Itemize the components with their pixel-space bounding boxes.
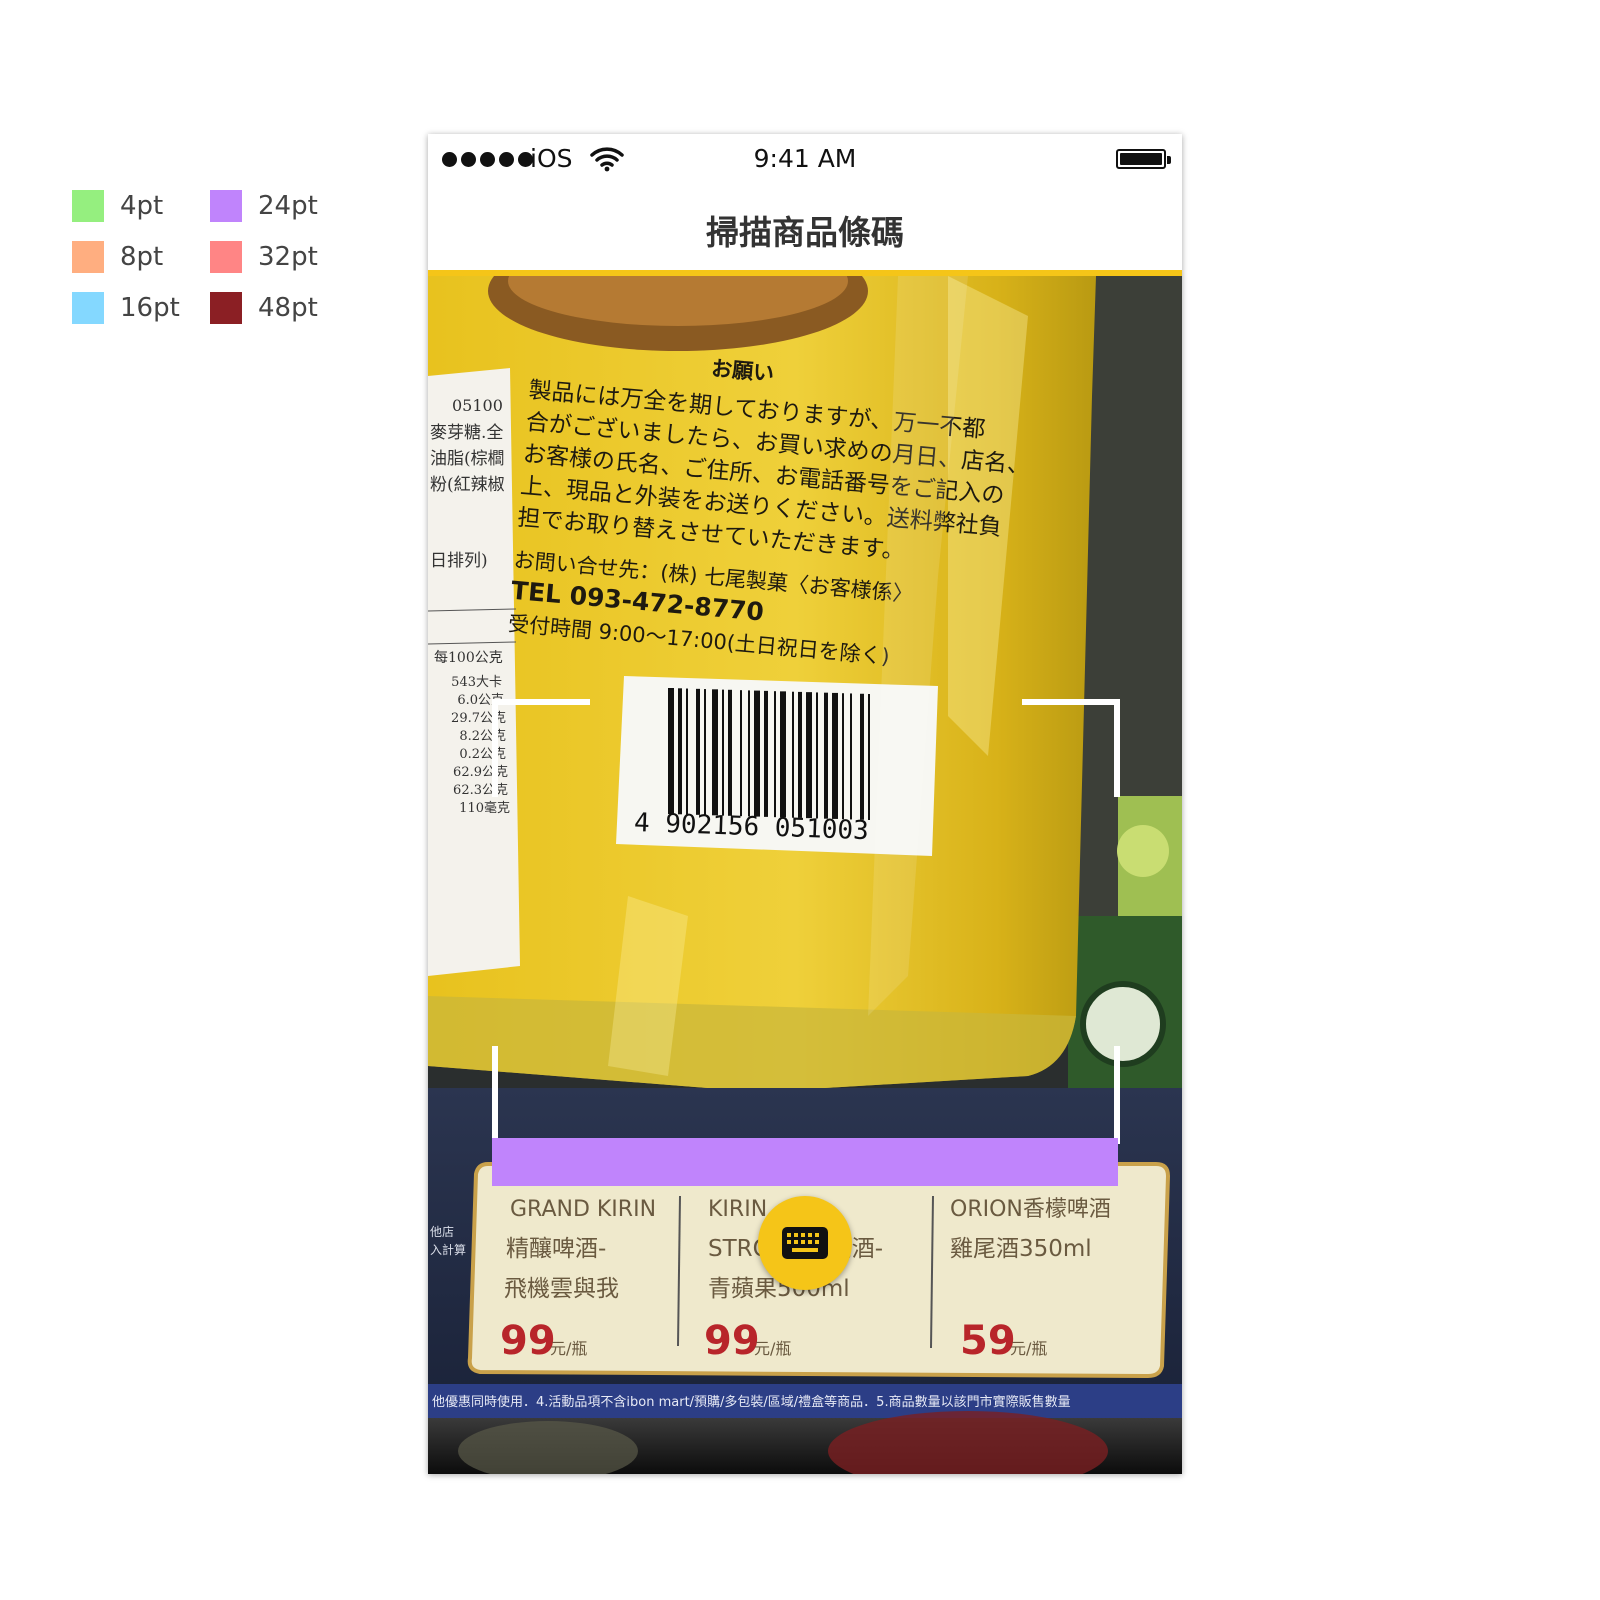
keyboard-icon — [782, 1227, 828, 1259]
barcode-bar — [780, 691, 786, 818]
barcode-bar — [798, 691, 802, 818]
barcode-bar — [748, 690, 750, 817]
price-tag-name: KIRIN — [708, 1197, 767, 1222]
price-tag-unit: 元/瓶 — [550, 1339, 587, 1358]
barcode-bar — [868, 694, 870, 820]
legend-item-24pt: 24pt — [210, 190, 318, 222]
barcode-bar — [740, 690, 742, 817]
scan-frame-corner-bottom-right — [1022, 1046, 1120, 1144]
barcode-bar — [668, 688, 674, 814]
legend-label: 24pt — [258, 191, 318, 221]
barcode-bar — [754, 690, 760, 817]
legend-label: 32pt — [258, 242, 318, 272]
battery-icon — [1116, 149, 1166, 169]
nutrition-ingredient: 麥芽糖.全 — [430, 423, 503, 443]
nutrition-ingredient: 粉(紅辣椒 — [430, 475, 505, 495]
camera-scene: 05100 麥芽糖.全 油脂(棕櫚 粉(紅辣椒 日排列) 每100公克 543大… — [428, 276, 1182, 1474]
camera-preview[interactable]: 05100 麥芽糖.全 油脂(棕櫚 粉(紅辣椒 日排列) 每100公克 543大… — [428, 276, 1182, 1474]
nutrition-note: 日排列) — [430, 551, 488, 571]
barcode-bar — [792, 691, 794, 818]
phone-screen: iOS 9:41 AM 掃描商品條碼 05100 麥芽糖.全 油脂(棕櫚 粉(紅… — [428, 134, 1182, 1474]
price-tag-name: ORION香檬啤酒 — [950, 1197, 1111, 1222]
barcode-bar — [704, 689, 706, 816]
legend-swatch — [210, 190, 242, 222]
barcode-bar — [678, 688, 682, 815]
legend-item-16pt: 16pt — [72, 292, 180, 324]
page-title: 掃描商品條碼 — [706, 213, 904, 252]
barcode-bar — [722, 689, 724, 816]
scan-frame-corner-top-right — [1022, 699, 1120, 797]
legend-swatch — [210, 292, 242, 324]
barcode-bar — [774, 691, 776, 818]
legend-label: 4pt — [120, 191, 164, 221]
scan-frame-corner-bottom-left — [492, 1046, 590, 1144]
navigation-bar: 掃描商品條碼 — [428, 184, 1182, 276]
price-tag-unit: 元/瓶 — [1010, 1339, 1047, 1358]
barcode-bar — [686, 688, 688, 815]
barcode-bar — [764, 690, 768, 817]
spacing-overlay-24pt — [492, 1138, 1118, 1186]
status-bar: iOS 9:41 AM — [428, 134, 1182, 184]
barcode-bar — [728, 689, 732, 816]
price-tag-name: 飛機雲與我 — [504, 1276, 619, 1302]
legend-label: 16pt — [120, 293, 180, 323]
scan-frame-corner-top-left — [492, 699, 590, 797]
barcode-bar — [696, 688, 700, 815]
shelf-side-text: 他店 — [430, 1225, 454, 1239]
price-tag-price: 59 — [960, 1318, 1016, 1364]
nutrition-ingredient: 油脂(棕櫚 — [430, 449, 505, 469]
price-tag-name: 雞尾酒350ml — [950, 1236, 1092, 1262]
price-tag-price: 99 — [704, 1318, 760, 1364]
legend-label: 48pt — [258, 293, 318, 323]
battery-tip — [1167, 156, 1171, 164]
manual-entry-button[interactable] — [758, 1196, 852, 1290]
shelf-strip-text: 他優惠同時使用．4.活動品項不含ibon mart/預購/多包裝/區域/禮盒等商… — [432, 1394, 1071, 1410]
barcode-bar — [824, 692, 828, 819]
nutrition-value: 543大卡 — [451, 675, 502, 690]
nutrition-per: 每100公克 — [434, 650, 503, 666]
nutrition-code: 05100 — [452, 396, 503, 415]
legend-swatch — [72, 241, 104, 273]
barcode-bar — [860, 693, 864, 820]
legend-swatch — [72, 190, 104, 222]
legend-swatch — [72, 292, 104, 324]
legend-item-32pt: 32pt — [210, 241, 318, 273]
price-tag-name: GRAND KIRIN — [510, 1197, 656, 1222]
barcode-bar — [806, 692, 812, 819]
spacing-legend: 4pt 8pt 16pt 24pt 32pt 48pt — [72, 190, 372, 330]
legend-item-4pt: 4pt — [72, 190, 163, 222]
price-tag-price: 99 — [500, 1318, 556, 1364]
price-tag-unit: 元/瓶 — [754, 1339, 791, 1358]
legend-item-48pt: 48pt — [210, 292, 318, 324]
barcode-bar — [816, 692, 818, 819]
legend-item-8pt: 8pt — [72, 241, 163, 273]
barcode-bar — [832, 692, 838, 819]
shelf-side-text: 入計算 — [430, 1242, 466, 1257]
barcode-bar — [850, 693, 852, 820]
barcode-bar — [842, 693, 844, 820]
status-time: 9:41 AM — [753, 144, 857, 173]
legend-swatch — [210, 241, 242, 273]
nutrition-value: 110毫克 — [459, 800, 510, 816]
barcode-bar — [712, 689, 718, 816]
price-tag-name: 精釀啤酒- — [506, 1236, 606, 1262]
legend-label: 8pt — [120, 242, 164, 272]
